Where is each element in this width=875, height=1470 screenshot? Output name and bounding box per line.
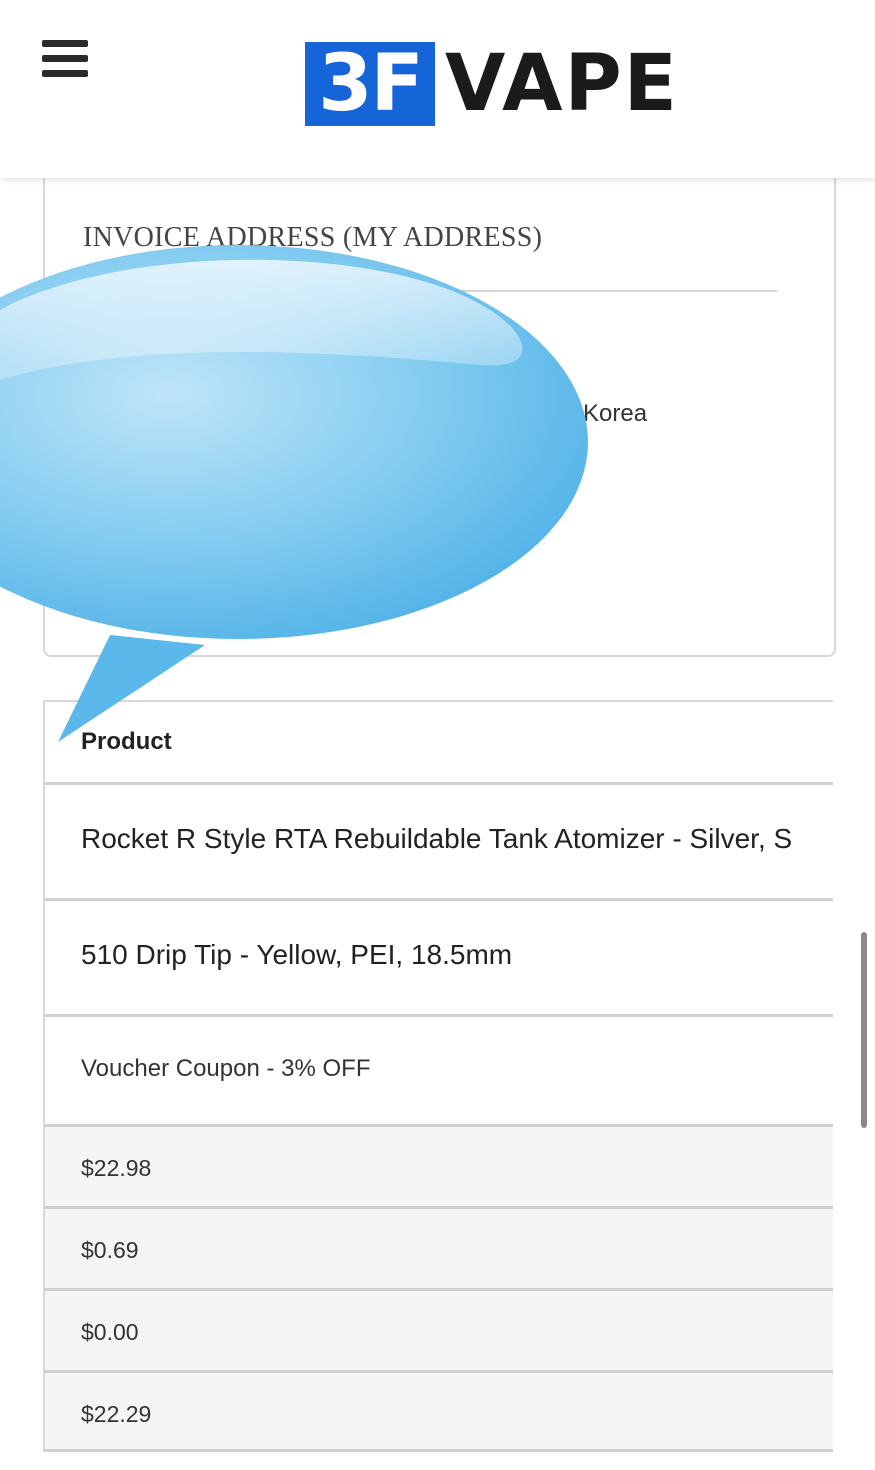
amount-value: $22.98 bbox=[81, 1155, 152, 1181]
vertical-scrollbar[interactable] bbox=[861, 932, 867, 1128]
amount-value: $22.29 bbox=[81, 1401, 152, 1427]
brand-logo[interactable]: 3F VAPE bbox=[305, 40, 677, 128]
amount-value: $0.00 bbox=[81, 1319, 139, 1345]
product-name: Rocket R Style RTA Rebuildable Tank Atom… bbox=[81, 823, 793, 854]
site-header: 3F VAPE bbox=[0, 0, 875, 178]
invoice-address-title: INVOICE ADDRESS (MY ADDRESS) bbox=[83, 222, 543, 253]
table-row: Rocket R Style RTA Rebuildable Tank Atom… bbox=[43, 782, 833, 898]
table-row: 510 Drip Tip - Yellow, PEI, 18.5mm bbox=[43, 898, 833, 1014]
divider bbox=[83, 290, 777, 292]
voucher-coupon: Voucher Coupon - 3% OFF bbox=[81, 1055, 371, 1082]
table-row: $22.29 bbox=[43, 1370, 833, 1452]
table-row: $0.69 bbox=[43, 1206, 833, 1288]
logo-mark-text: 3F bbox=[318, 39, 424, 129]
column-header-product: Product bbox=[81, 728, 172, 755]
amount-value: $0.69 bbox=[81, 1237, 139, 1263]
invoice-address-card: INVOICE ADDRESS (MY ADDRESS) Korea bbox=[43, 172, 836, 657]
table-header-row: Product bbox=[43, 700, 833, 782]
table-row: Voucher Coupon - 3% OFF bbox=[43, 1014, 833, 1124]
address-country: Korea bbox=[583, 400, 648, 427]
table-row: $0.00 bbox=[43, 1288, 833, 1370]
hamburger-menu-icon[interactable] bbox=[42, 40, 88, 78]
table-row: $22.98 bbox=[43, 1124, 833, 1206]
logo-word: VAPE bbox=[445, 39, 679, 129]
logo-mark: 3F bbox=[305, 42, 435, 126]
product-name: 510 Drip Tip - Yellow, PEI, 18.5mm bbox=[81, 939, 513, 970]
order-products-table: Product Rocket R Style RTA Rebuildable T… bbox=[43, 700, 833, 1452]
